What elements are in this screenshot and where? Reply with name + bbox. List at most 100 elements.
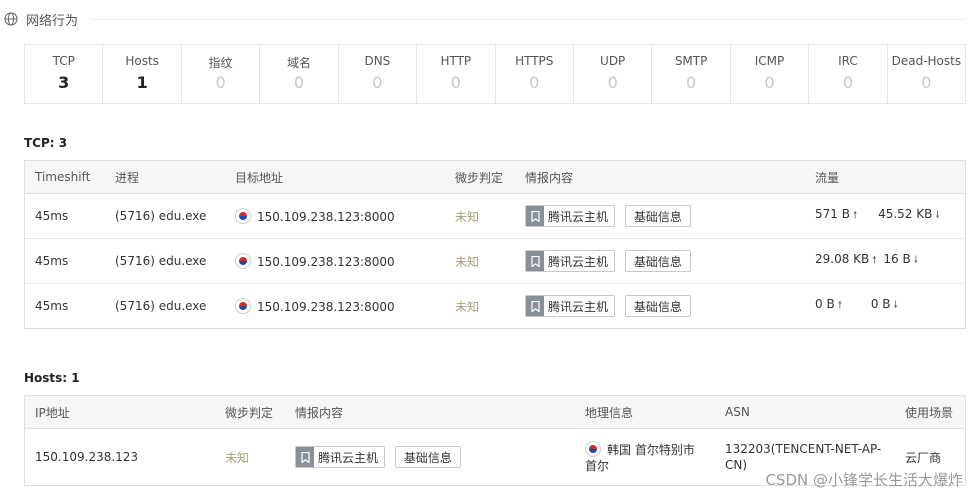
stat-value: 0 bbox=[685, 73, 697, 92]
column-header: 进程 bbox=[115, 170, 140, 185]
column-header: 微步判定 bbox=[455, 170, 504, 185]
basic-info-button[interactable]: 基础信息 bbox=[394, 446, 461, 468]
korea-flag-icon bbox=[235, 298, 251, 314]
basic-info-button[interactable]: 基础信息 bbox=[624, 205, 691, 227]
tcp-table: Timeshift 进程 目标地址 微步判定 情报内容 流量 45ms (571… bbox=[24, 160, 966, 329]
korea-flag-icon bbox=[235, 208, 251, 224]
stat-label: 域名 bbox=[286, 56, 311, 70]
traffic-down: 45.52 KB bbox=[878, 207, 933, 221]
timeshift: 45ms bbox=[35, 209, 69, 223]
basic-info-button[interactable]: 基础信息 bbox=[624, 250, 691, 272]
stat-domain: 域名 0 bbox=[260, 45, 339, 103]
intel-content: 腾讯云主机 基础信息 bbox=[515, 205, 805, 227]
stat-value: 1 bbox=[136, 73, 148, 92]
stat-label: 指纹 bbox=[208, 56, 233, 70]
arrow-up-icon: 🠕 bbox=[852, 210, 858, 221]
korea-flag-icon bbox=[585, 440, 601, 457]
stat-label: ICMP bbox=[754, 54, 785, 68]
traffic-up: 0 B bbox=[815, 297, 835, 311]
table-row: 45ms (5716) edu.exe 150.109.238.123:8000… bbox=[25, 284, 965, 328]
globe-icon bbox=[4, 12, 18, 26]
stat-value: 0 bbox=[372, 73, 383, 92]
arrow-down-icon: 🠗 bbox=[913, 255, 919, 266]
geo-info: 韩国 首尔特别市 首尔 bbox=[575, 440, 715, 474]
table-row: 45ms (5716) edu.exe 150.109.238.123:8000… bbox=[25, 194, 965, 239]
basic-info-button[interactable]: 基础信息 bbox=[624, 295, 691, 317]
bookmark-icon bbox=[526, 206, 544, 226]
korea-flag-icon bbox=[235, 253, 251, 269]
asn-line-1: 132203(TENCENT-NET-AP- bbox=[725, 442, 882, 456]
verdict: 未知 bbox=[455, 299, 480, 314]
stat-value: 0 bbox=[450, 73, 461, 92]
stat-value: 0 bbox=[529, 73, 540, 92]
traffic: 29.08 KB 🠕 16 B 🠗 bbox=[805, 252, 963, 270]
stat-hosts[interactable]: Hosts 1 bbox=[103, 45, 182, 103]
intel-tag[interactable]: 腾讯云主机 bbox=[525, 205, 616, 227]
intel-content: 腾讯云主机 基础信息 bbox=[515, 250, 805, 272]
process: (5716) edu.exe bbox=[115, 209, 207, 223]
target-address: 150.109.238.123:8000 bbox=[225, 208, 445, 224]
stat-udp: UDP 0 bbox=[574, 45, 653, 103]
column-header: IP地址 bbox=[35, 405, 70, 420]
column-header: ASN bbox=[725, 405, 750, 419]
section-title: 网络行为 bbox=[26, 13, 79, 29]
stat-fingerprint: 指纹 0 bbox=[182, 45, 261, 103]
table-header: Timeshift 进程 目标地址 微步判定 情报内容 流量 bbox=[25, 161, 965, 194]
arrow-up-icon: 🠕 bbox=[837, 300, 842, 311]
intel-content: 腾讯云主机 基础信息 bbox=[285, 446, 575, 468]
watermark: CSDN @小锋学长生活大爆炸 bbox=[765, 471, 963, 489]
intel-tag[interactable]: 腾讯云主机 bbox=[525, 295, 616, 317]
traffic: 0 B 🠕 0 B 🠗 bbox=[805, 297, 963, 315]
stat-value: 0 bbox=[764, 73, 775, 92]
stat-label: HTTPS bbox=[515, 54, 554, 68]
stat-https: HTTPS 0 bbox=[496, 45, 574, 103]
stat-irc: IRC 0 bbox=[809, 45, 888, 103]
verdict: 未知 bbox=[455, 254, 480, 269]
traffic-down: 16 B bbox=[883, 252, 911, 266]
target-address: 150.109.238.123:8000 bbox=[225, 298, 445, 314]
stat-label: TCP bbox=[52, 54, 75, 68]
stat-label: Dead-Hosts bbox=[891, 54, 962, 68]
bookmark-icon bbox=[526, 296, 544, 316]
traffic-down: 0 B bbox=[870, 297, 891, 311]
intel-tag-label: 腾讯云主机 bbox=[548, 209, 609, 224]
stats-bar: TCP 3 Hosts 1 指纹 0 域名 0 DNS 0 HTTP 0 HTTPS 0 UD… bbox=[24, 44, 966, 104]
stat-http: HTTP 0 bbox=[417, 45, 496, 103]
intel-tag[interactable]: 腾讯云主机 bbox=[525, 250, 616, 272]
geo-line-2: 首尔 bbox=[585, 458, 610, 473]
arrow-down-icon: 🠗 bbox=[893, 300, 898, 311]
target-address-text: 150.109.238.123:8000 bbox=[257, 255, 395, 269]
section-header: 网络行为 bbox=[4, 8, 964, 30]
timeshift: 45ms bbox=[35, 254, 69, 268]
tcp-section-title: TCP: 3 bbox=[24, 136, 68, 150]
process: (5716) edu.exe bbox=[115, 254, 207, 268]
column-header: Timeshift bbox=[35, 170, 91, 184]
target-address: 150.109.238.123:8000 bbox=[225, 253, 445, 269]
stat-tcp[interactable]: TCP 3 bbox=[25, 45, 104, 103]
stat-value: 0 bbox=[842, 73, 854, 92]
stat-value: 0 bbox=[607, 73, 618, 92]
column-header: 情报内容 bbox=[525, 170, 574, 185]
stat-label: UDP bbox=[600, 54, 626, 68]
arrow-up-icon: 🠕 bbox=[872, 255, 877, 266]
table-row: 45ms (5716) edu.exe 150.109.238.123:8000… bbox=[25, 239, 965, 284]
stat-label: DNS bbox=[364, 54, 391, 68]
intel-tag-label: 腾讯云主机 bbox=[548, 299, 609, 314]
intel-tag[interactable]: 腾讯云主机 bbox=[295, 446, 386, 468]
intel-tag-label: 腾讯云主机 bbox=[318, 450, 379, 465]
target-address-text: 150.109.238.123:8000 bbox=[257, 300, 395, 314]
stat-value: 0 bbox=[921, 73, 932, 92]
intel-tag-label: 腾讯云主机 bbox=[548, 254, 609, 269]
geo-line-1: 韩国 首尔特别市 bbox=[607, 442, 695, 457]
stat-label: Hosts bbox=[125, 54, 159, 68]
process: (5716) edu.exe bbox=[115, 299, 207, 313]
verdict: 未知 bbox=[225, 450, 250, 465]
table-header: IP地址 微步判定 情报内容 地理信息 ASN 使用场景 bbox=[25, 396, 965, 429]
verdict: 未知 bbox=[455, 209, 480, 224]
timeshift: 45ms bbox=[35, 299, 69, 313]
traffic-up: 571 B bbox=[815, 207, 850, 221]
stat-label: SMTP bbox=[674, 54, 708, 68]
stat-smtp: SMTP 0 bbox=[652, 45, 731, 103]
stat-dns: DNS 0 bbox=[339, 45, 418, 103]
bookmark-icon bbox=[296, 447, 314, 467]
